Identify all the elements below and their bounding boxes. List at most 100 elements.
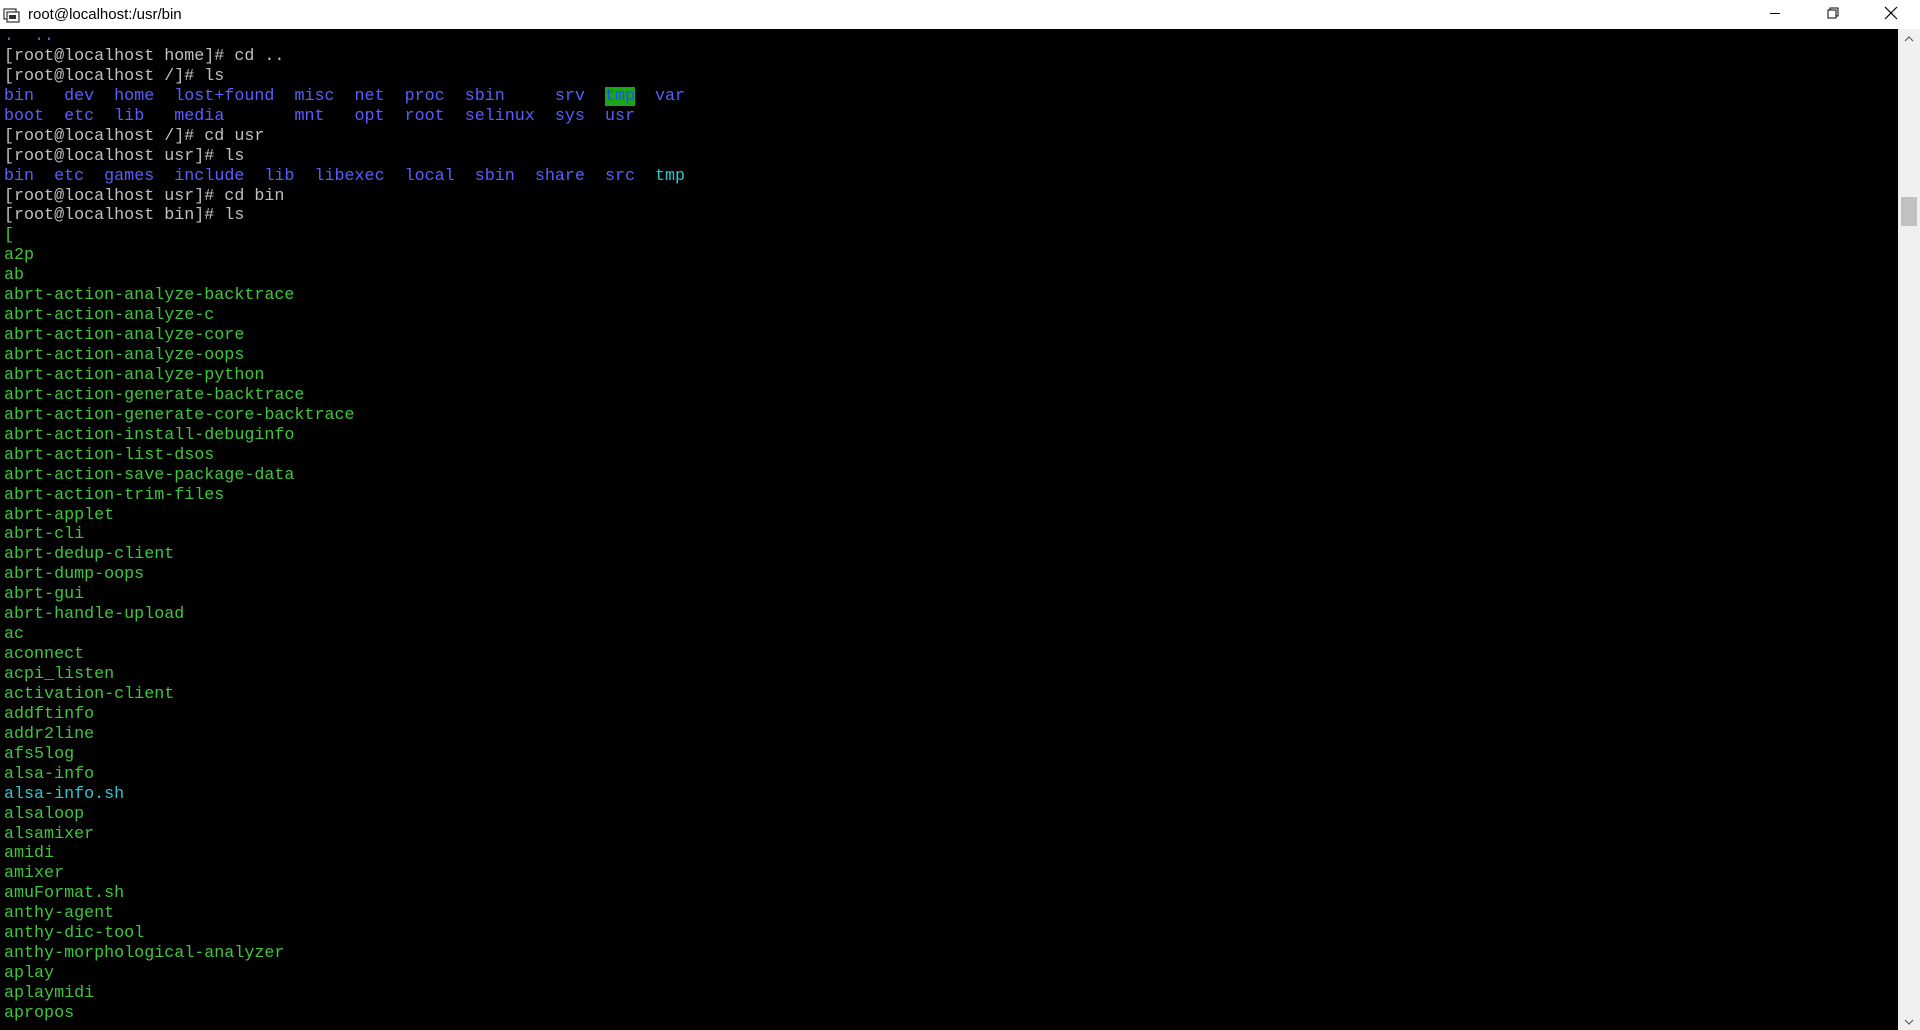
terminal-line: [root@localhost /]# cd usr <box>4 127 685 147</box>
terminal-entry: home <box>114 86 155 106</box>
terminal-line: anthy-morphological-analyzer <box>4 944 685 964</box>
terminal-line: apropos <box>4 1004 685 1024</box>
terminal-line: ab <box>4 266 685 286</box>
terminal-line: [root@localhost home]# cd .. <box>4 47 685 67</box>
terminal-line: bin dev home lost+found misc net proc sb… <box>4 86 686 107</box>
terminal-line: addftinfo <box>4 705 685 725</box>
terminal-line: anthy-agent <box>4 904 685 924</box>
vertical-scrollbar[interactable] <box>1898 29 1920 1030</box>
terminal-entry: anthy-dic-tool <box>4 924 145 944</box>
terminal-line: abrt-action-analyze-oops <box>4 346 685 366</box>
terminal-entry: aconnect <box>4 645 85 665</box>
terminal-line: activation-client <box>4 685 685 705</box>
terminal-line: abrt-action-install-debuginfo <box>4 426 685 446</box>
terminal-line: a2p <box>4 246 685 266</box>
terminal-entry: sbin <box>474 166 515 186</box>
restore-icon <box>1827 6 1839 23</box>
close-button[interactable] <box>1862 0 1920 29</box>
terminal-line: aplaymidi <box>4 984 685 1004</box>
title-bar[interactable]: root@localhost:/usr/bin <box>0 0 1920 29</box>
terminal-entry: lost+found <box>174 86 275 106</box>
terminal-line: [ <box>4 226 685 246</box>
terminal-entry: abrt-action-generate-backtrace <box>4 385 305 405</box>
terminal-text: [root@localhost /]# cd usr <box>4 126 265 146</box>
terminal-output[interactable]: . .. [root@localhost home]# cd .. [root@lo… <box>0 29 1898 1030</box>
terminal-line: afs5log <box>4 745 685 765</box>
terminal-line: abrt-action-analyze-c <box>4 306 685 326</box>
terminal-line: alsa-info <box>4 765 685 785</box>
terminal-line: anthy-dic-tool <box>4 924 685 944</box>
terminal-entry: acpi_listen <box>4 665 115 684</box>
minimize-button[interactable] <box>1746 0 1804 29</box>
terminal-entry: addftinfo <box>4 704 95 724</box>
terminal-text: [root@localhost usr]# cd bin <box>4 186 285 206</box>
scroll-up-button[interactable] <box>1898 29 1920 47</box>
terminal-entry: selinux <box>464 106 535 126</box>
terminal-entry: abrt-cli <box>4 525 85 545</box>
scroll-down-arrow-icon <box>1904 1012 1914 1030</box>
terminal-text: [root@localhost home]# cd .. <box>4 46 285 66</box>
scrollbar-thumb[interactable] <box>1901 197 1917 226</box>
scroll-down-button[interactable] <box>1898 1012 1920 1030</box>
terminal-line: abrt-action-list-dsos <box>4 446 685 466</box>
terminal-line: boot etc lib media mnt opt root selinux … <box>4 107 685 127</box>
terminal-entry: alsa-info <box>4 764 95 784</box>
terminal-line: abrt-handle-upload <box>4 605 685 625</box>
terminal-entry: anthy-morphological-analyzer <box>4 944 285 964</box>
terminal-line: aplay <box>4 964 685 984</box>
terminal-entry: sys <box>554 106 585 126</box>
terminal-text-area: . .. [root@localhost home]# cd .. [root@lo… <box>4 29 685 1024</box>
terminal-entry: mnt <box>294 106 325 126</box>
terminal-line: addr2line <box>4 725 685 745</box>
terminal-line: . .. <box>4 29 685 47</box>
terminal-entry: abrt-action-analyze-backtrace <box>4 286 295 306</box>
close-icon <box>1884 6 1898 24</box>
terminal-entry: abrt-action-analyze-oops <box>4 346 245 365</box>
window-title: root@localhost:/usr/bin <box>28 6 182 23</box>
terminal-entry: addr2line <box>4 724 95 744</box>
terminal-entry: boot <box>4 106 45 126</box>
terminal-line: [root@localhost usr]# cd bin <box>4 187 685 207</box>
terminal-line: abrt-action-analyze-core <box>4 326 685 346</box>
terminal-line: abrt-action-analyze-python <box>4 366 685 386</box>
terminal-entry: root <box>404 106 445 126</box>
terminal-text: [root@localhost usr]# ls <box>4 146 245 166</box>
terminal-entry: games <box>104 166 155 186</box>
terminal-text: [root@localhost /]# ls <box>4 66 225 86</box>
terminal-entry: usr <box>604 106 635 126</box>
terminal-entry: alsa-info.sh <box>4 784 125 804</box>
terminal-entry: abrt-action-install-debuginfo <box>4 425 295 445</box>
terminal-entry: var <box>655 86 686 106</box>
terminal-line: bin etc games include lib libexec local … <box>4 167 685 187</box>
terminal-line: [root@localhost /]# ls <box>4 67 685 87</box>
terminal-entry: libexec <box>314 166 385 186</box>
terminal-entry: media <box>174 106 225 126</box>
terminal-entry: [ <box>4 226 15 246</box>
terminal-entry: include <box>174 166 245 186</box>
terminal-entry: share <box>534 166 585 186</box>
terminal-entry: alsamixer <box>4 824 95 844</box>
terminal-entry: abrt-action-analyze-python <box>4 365 265 385</box>
terminal-entry: abrt-action-analyze-core <box>4 326 245 346</box>
window-controls <box>1746 0 1920 29</box>
terminal-entry: amuFormat.sh <box>4 884 125 904</box>
terminal-app-icon[interactable] <box>2 5 22 25</box>
terminal-entry: abrt-action-analyze-c <box>4 306 215 326</box>
terminal-entry: bin <box>4 166 35 186</box>
restore-button[interactable] <box>1804 0 1862 29</box>
terminal-line: amidi <box>4 844 685 864</box>
